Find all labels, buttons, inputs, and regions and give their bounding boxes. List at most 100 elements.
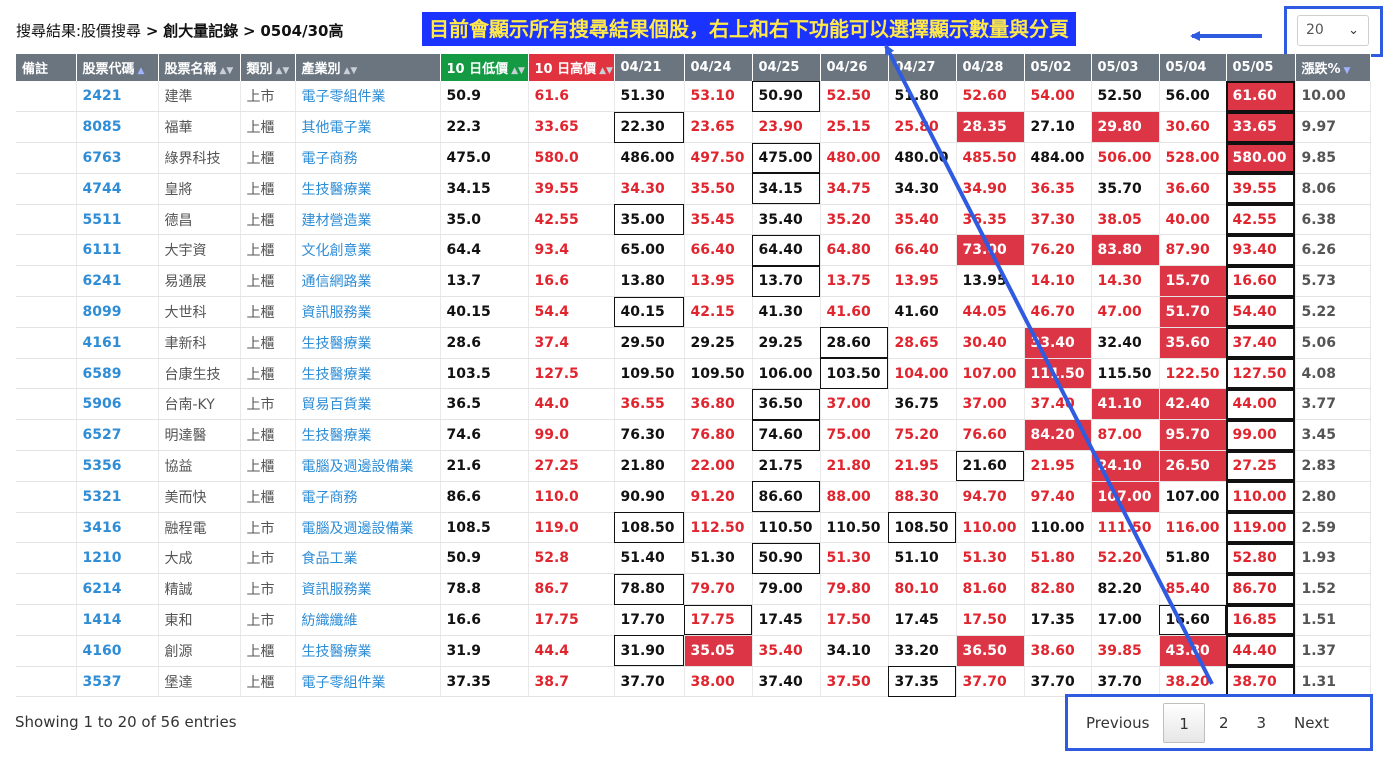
pagination-page-1[interactable]: 1	[1163, 703, 1205, 743]
cell-price: 28.60	[820, 327, 889, 359]
cell-industry[interactable]: 資訊服務業	[295, 573, 441, 606]
cell-note[interactable]	[16, 358, 77, 390]
col-date-0504[interactable]: 05/04	[1159, 54, 1227, 81]
cell-price: 32.40	[1091, 327, 1160, 359]
col-code[interactable]: 股票代碼 ▲	[76, 54, 159, 81]
cell-price: 51.70	[1159, 296, 1227, 328]
cell-note[interactable]	[16, 450, 77, 482]
cell-code[interactable]: 5321	[76, 481, 159, 513]
col-industry[interactable]: 產業別 ▲▼	[295, 54, 441, 81]
col-name[interactable]: 股票名稱 ▲▼	[158, 54, 241, 81]
cell-code[interactable]: 6241	[76, 265, 159, 298]
cell-note[interactable]	[16, 512, 77, 544]
col-date-0425[interactable]: 04/25	[752, 54, 821, 81]
cell-note[interactable]	[16, 234, 77, 267]
cell-industry[interactable]: 其他電子業	[295, 111, 441, 144]
cell-code[interactable]: 3537	[76, 666, 159, 698]
cell-price: 15.70	[1159, 265, 1227, 298]
cell-industry[interactable]: 生技醫療業	[295, 327, 441, 359]
cell-industry[interactable]: 電子商務	[295, 481, 441, 513]
table-header-row: 備註 股票代碼 ▲ 股票名稱 ▲▼ 類別 ▲▼ 產業別 ▲▼ 10 日低價 ▲▼ 10 日…	[16, 54, 1371, 81]
cell-note[interactable]	[16, 111, 77, 144]
col-date-0502[interactable]: 05/02	[1024, 54, 1092, 81]
cell-code[interactable]: 5511	[76, 204, 159, 236]
cell-industry[interactable]: 生技醫療業	[295, 419, 441, 452]
cell-market: 上櫃	[240, 450, 296, 482]
cell-code[interactable]: 6111	[76, 234, 159, 267]
cell-code[interactable]: 8085	[76, 111, 159, 144]
cell-note[interactable]	[16, 604, 77, 636]
pagination-page-3[interactable]: 3	[1243, 703, 1281, 743]
cell-note[interactable]	[16, 296, 77, 328]
col-note[interactable]: 備註	[16, 54, 77, 81]
col-date-0426[interactable]: 04/26	[820, 54, 889, 81]
cell-industry[interactable]: 電腦及週邊設備業	[295, 512, 441, 544]
cell-industry[interactable]: 生技醫療業	[295, 173, 441, 205]
cell-note[interactable]	[16, 388, 77, 421]
cell-industry[interactable]: 食品工業	[295, 542, 441, 575]
cell-price: 50.90	[752, 542, 821, 575]
cell-code[interactable]: 4160	[76, 635, 159, 667]
cell-industry[interactable]: 建材營造業	[295, 204, 441, 236]
cell-code[interactable]: 2421	[76, 81, 159, 113]
cell-change-pct: 5.06	[1295, 327, 1371, 359]
col-change-pct[interactable]: 漲跌% ▼	[1295, 54, 1371, 81]
cell-note[interactable]	[16, 666, 77, 698]
cell-industry[interactable]: 文化創意業	[295, 234, 441, 267]
cell-price: 35.40	[888, 204, 957, 236]
col-date-0421[interactable]: 04/21	[614, 54, 685, 81]
cell-code[interactable]: 4161	[76, 327, 159, 359]
col-market[interactable]: 類別 ▲▼	[240, 54, 296, 81]
cell-industry[interactable]: 貿易百貨業	[295, 388, 441, 421]
col-date-0424[interactable]: 04/24	[684, 54, 753, 81]
cell-10d-low: 64.4	[440, 234, 529, 267]
cell-code[interactable]: 4744	[76, 173, 159, 205]
cell-note[interactable]	[16, 81, 77, 113]
cell-price: 17.75	[684, 604, 753, 636]
cell-industry[interactable]: 資訊服務業	[295, 296, 441, 328]
col-date-0505[interactable]: 05/05	[1226, 54, 1296, 81]
cell-industry[interactable]: 電子零組件業	[295, 666, 441, 698]
cell-industry[interactable]: 生技醫療業	[295, 358, 441, 390]
cell-note[interactable]	[16, 573, 77, 606]
cell-industry[interactable]: 電子商務	[295, 142, 441, 174]
cell-code[interactable]: 8099	[76, 296, 159, 328]
col-date-0503[interactable]: 05/03	[1091, 54, 1160, 81]
pagination-previous[interactable]: Previous	[1072, 703, 1163, 743]
cell-code[interactable]: 5906	[76, 388, 159, 421]
cell-note[interactable]	[16, 419, 77, 452]
cell-price: 28.65	[888, 327, 957, 359]
cell-code[interactable]: 6589	[76, 358, 159, 390]
breadcrumb-level2[interactable]: 創大量記錄	[163, 22, 238, 40]
cell-change-pct: 5.73	[1295, 265, 1371, 298]
cell-industry[interactable]: 生技醫療業	[295, 635, 441, 667]
cell-industry[interactable]: 電子零組件業	[295, 81, 441, 113]
col-10d-low[interactable]: 10 日低價 ▲▼	[440, 54, 529, 81]
cell-code[interactable]: 1210	[76, 542, 159, 575]
cell-note[interactable]	[16, 327, 77, 359]
cell-code[interactable]: 5356	[76, 450, 159, 482]
cell-note[interactable]	[16, 481, 77, 513]
cell-note[interactable]	[16, 265, 77, 298]
cell-price: 51.80	[1159, 542, 1227, 575]
cell-code[interactable]: 6527	[76, 419, 159, 452]
cell-code[interactable]: 6763	[76, 142, 159, 174]
cell-industry[interactable]: 紡織纖維	[295, 604, 441, 636]
table-row: 6111 大宇資 上櫃 文化創意業 64.4 93.4 65.00 66.40 64.40 64.…	[16, 234, 1371, 267]
cell-code[interactable]: 1414	[76, 604, 159, 636]
pagination-page-2[interactable]: 2	[1205, 703, 1243, 743]
cell-note[interactable]	[16, 173, 77, 205]
cell-note[interactable]	[16, 142, 77, 174]
cell-industry[interactable]: 通信網路業	[295, 265, 441, 298]
cell-code[interactable]: 3416	[76, 512, 159, 544]
page-length-select[interactable]: 20 ⌄	[1297, 15, 1369, 46]
cell-industry[interactable]: 電腦及週邊設備業	[295, 450, 441, 482]
cell-note[interactable]	[16, 542, 77, 575]
col-date-0428[interactable]: 04/28	[956, 54, 1025, 81]
cell-note[interactable]	[16, 635, 77, 667]
col-date-0427[interactable]: 04/27	[888, 54, 957, 81]
cell-code[interactable]: 6214	[76, 573, 159, 606]
cell-note[interactable]	[16, 204, 77, 236]
col-10d-high[interactable]: 10 日高價 ▲▼	[528, 54, 615, 81]
pagination-next[interactable]: Next	[1280, 703, 1343, 743]
